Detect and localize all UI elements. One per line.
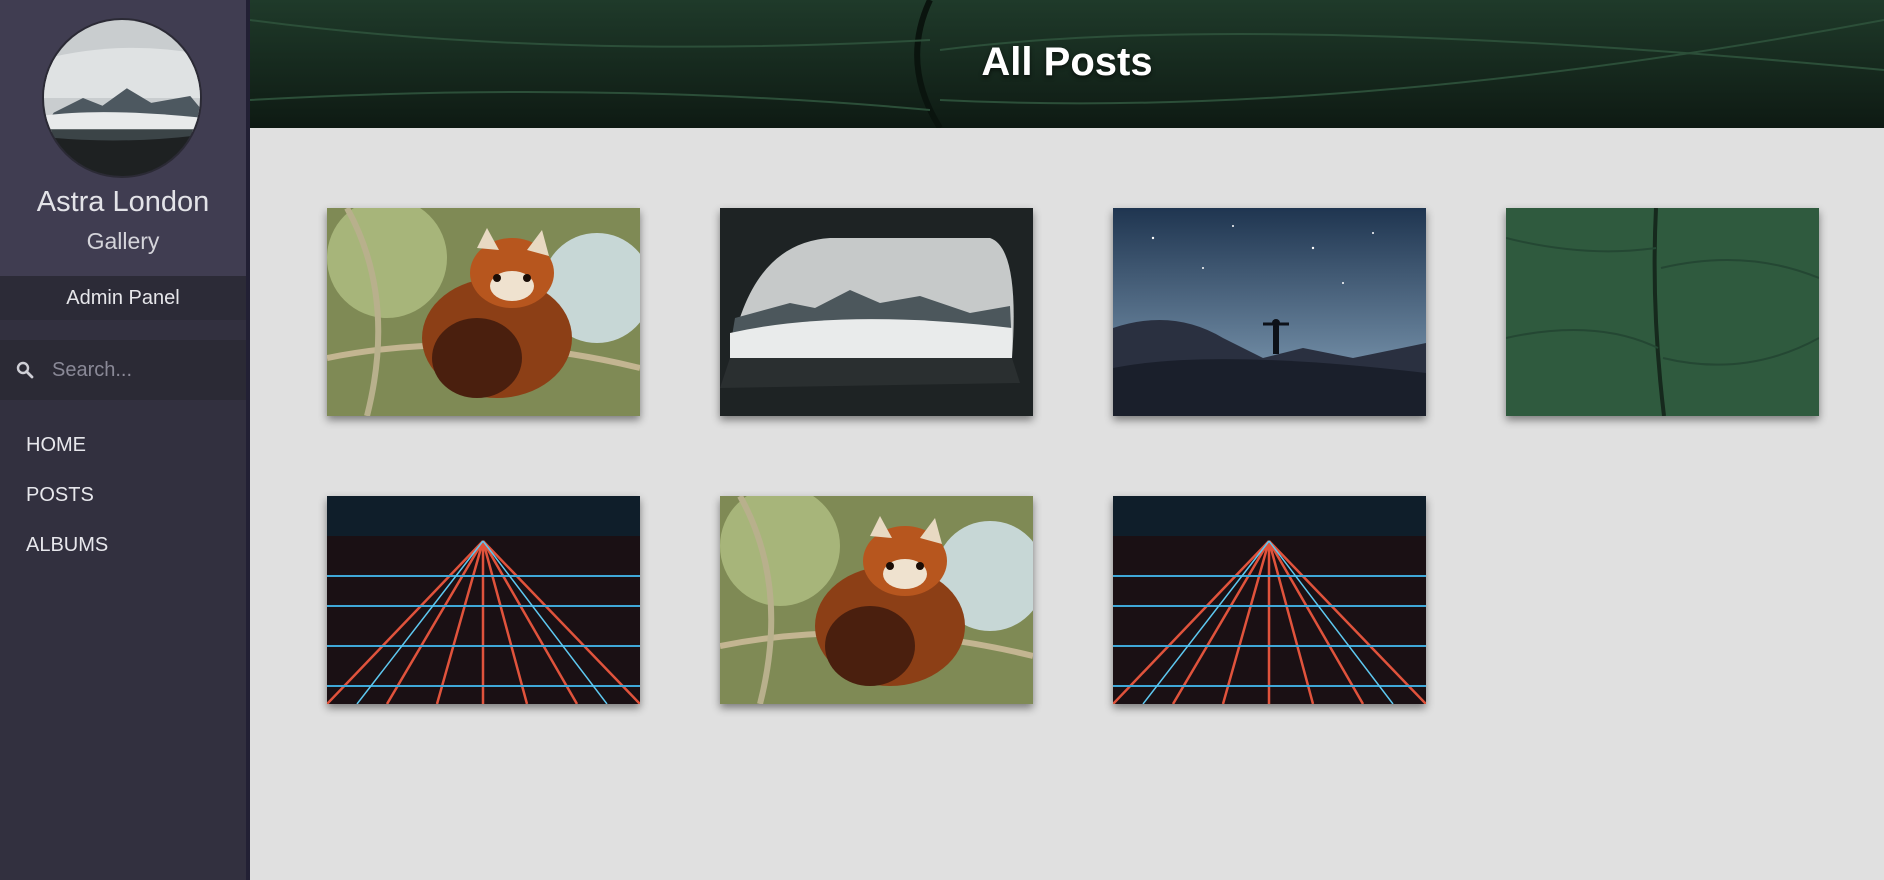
milky-way-image — [1113, 208, 1426, 416]
post-thumbnail[interactable] — [327, 208, 640, 416]
site-subtitle: Gallery — [86, 228, 160, 254]
green-leaf-image — [1506, 208, 1819, 416]
post-thumbnail[interactable] — [720, 496, 1033, 704]
post-thumbnail[interactable] — [720, 208, 1033, 416]
site-name: Astra London — [36, 186, 210, 218]
post-thumbnail[interactable] — [1113, 496, 1426, 704]
search-input[interactable] — [52, 358, 242, 382]
city-lights-image — [1113, 496, 1426, 704]
post-thumbnail[interactable] — [1506, 208, 1819, 416]
search-icon — [16, 361, 34, 379]
page-header: All Posts — [250, 0, 1884, 128]
nav-item-albums[interactable]: ALBUMS — [26, 528, 108, 578]
nav-item-home[interactable]: HOME — [26, 428, 108, 478]
city-lights-image — [327, 496, 640, 704]
red-panda-image — [720, 496, 1033, 704]
avatar[interactable] — [42, 18, 202, 178]
avatar-image — [44, 20, 200, 176]
page-title: All Posts — [981, 40, 1153, 84]
sidebar: Astra London Gallery Admin Panel HOME PO… — [0, 0, 250, 880]
post-thumbnail[interactable] — [1113, 208, 1426, 416]
admin-panel-link[interactable]: Admin Panel — [0, 276, 246, 320]
red-panda-image — [327, 208, 640, 416]
car-window-image — [720, 208, 1033, 416]
profile-block: Astra London Gallery — [0, 0, 246, 276]
nav-menu: HOME POSTS ALBUMS — [26, 428, 108, 578]
post-thumbnail[interactable] — [327, 496, 640, 704]
search-bar — [0, 340, 246, 400]
nav-item-posts[interactable]: POSTS — [26, 478, 108, 528]
